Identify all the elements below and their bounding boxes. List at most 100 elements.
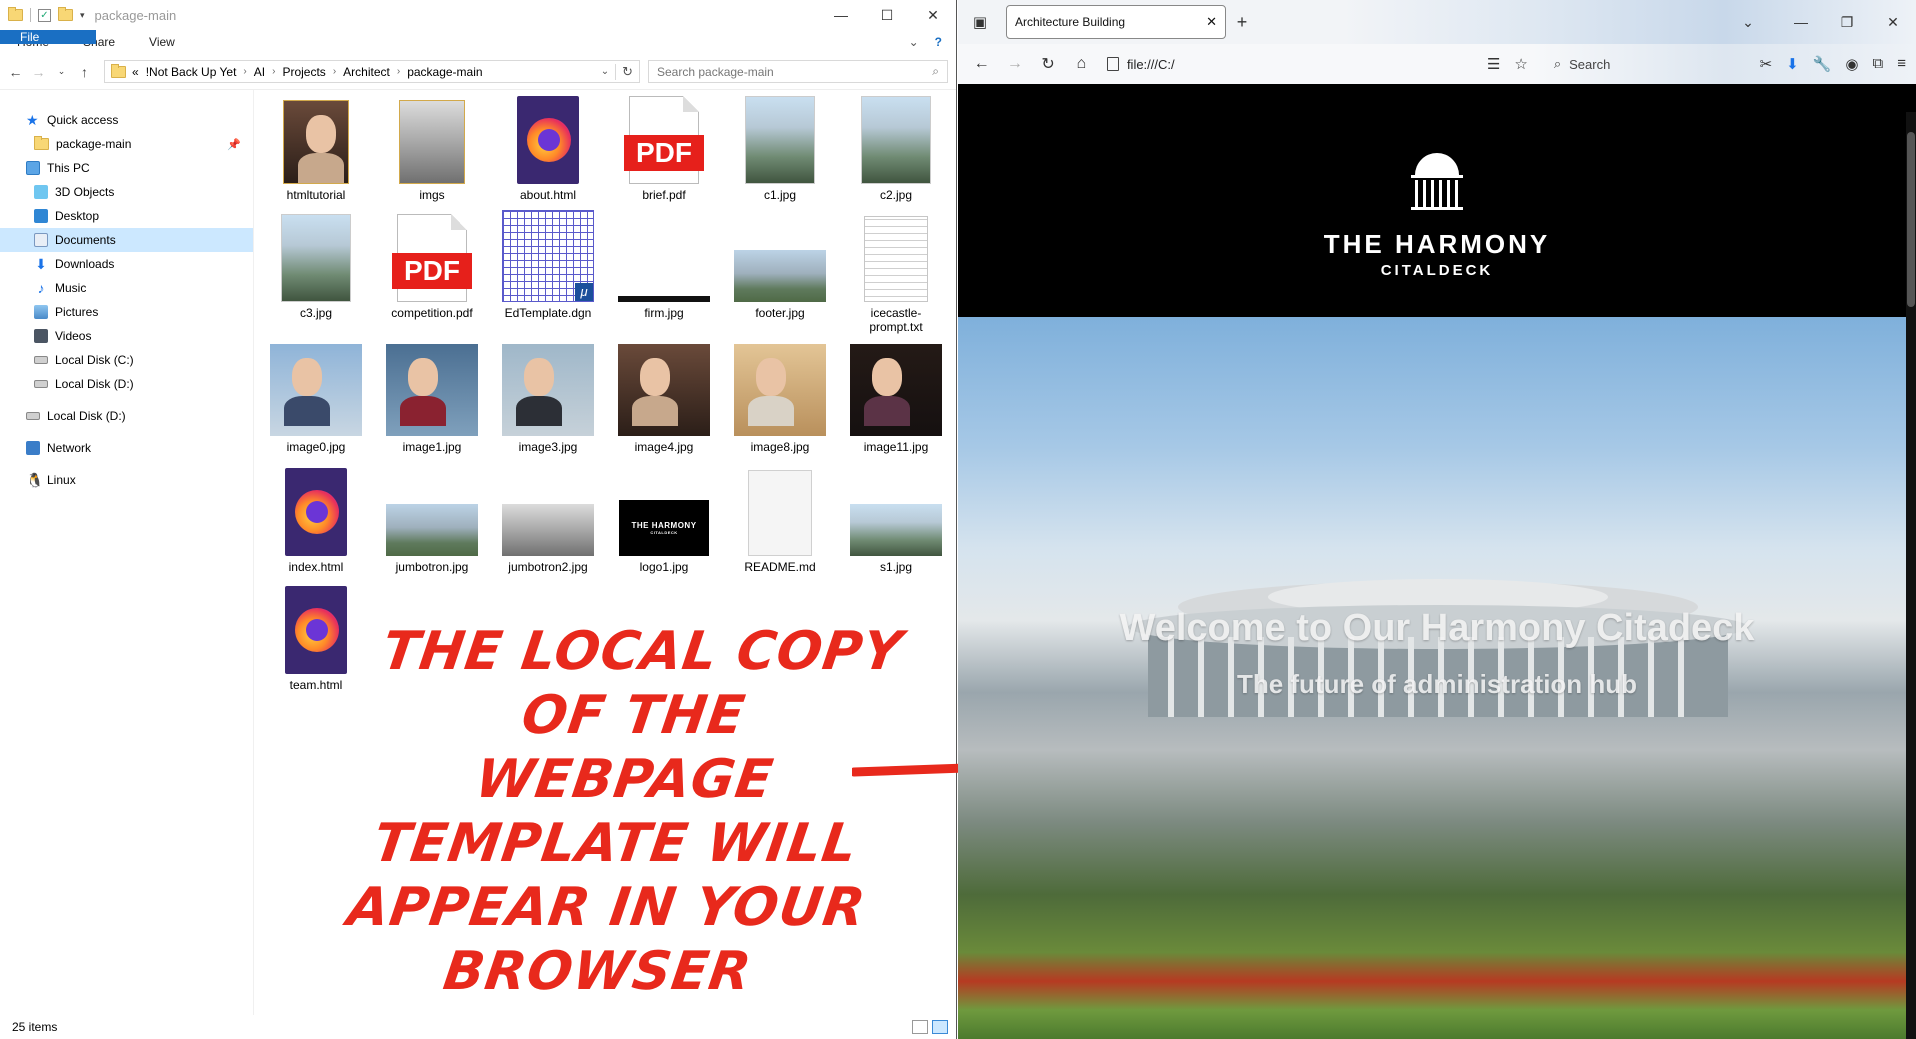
- details-view-icon[interactable]: [912, 1020, 928, 1034]
- recent-locations-chevron-icon[interactable]: ⌄: [54, 66, 69, 77]
- menu-hamburger-icon[interactable]: ≡: [1897, 55, 1906, 73]
- file-name: brief.pdf: [642, 188, 686, 202]
- reader-view-icon[interactable]: ☰: [1487, 55, 1500, 73]
- breadcrumb-item[interactable]: !Not Back Up Yet: [146, 65, 237, 79]
- list-all-tabs-chevron-icon[interactable]: ⌄: [1718, 0, 1778, 44]
- nav-local-disk-c[interactable]: Local Disk (C:): [0, 348, 253, 372]
- reload-icon[interactable]: ↻: [1034, 54, 1061, 74]
- screenshot-icon[interactable]: ✂: [1760, 55, 1773, 73]
- nav-pictures[interactable]: Pictures: [0, 300, 253, 324]
- file-item[interactable]: PDF brief.pdf: [616, 96, 712, 202]
- breadcrumb-item[interactable]: Architect: [343, 65, 390, 79]
- forward-arrow-icon[interactable]: →: [1001, 55, 1028, 73]
- customize-toolbar-chevron-icon[interactable]: ▾: [80, 10, 85, 21]
- extensions-icon[interactable]: ⧉: [1873, 55, 1884, 73]
- file-item[interactable]: THE HARMONY CITALDECK logo1.jpg: [616, 468, 712, 574]
- minimize-icon[interactable]: —: [1778, 0, 1824, 44]
- nav-local-disk-d-root[interactable]: Local Disk (D:): [0, 404, 253, 428]
- nav-quick-access[interactable]: ★ Quick access: [0, 108, 253, 132]
- search-input[interactable]: Search package-main ⌕: [648, 60, 948, 83]
- tab-file[interactable]: File: [0, 30, 96, 44]
- nav-label: Linux: [47, 473, 76, 487]
- file-item[interactable]: jumbotron.jpg: [384, 468, 480, 574]
- close-icon[interactable]: ✕: [910, 0, 956, 30]
- file-item[interactable]: image4.jpg: [616, 344, 712, 454]
- nav-local-disk-d[interactable]: Local Disk (D:): [0, 372, 253, 396]
- temple-logo-icon[interactable]: [1407, 151, 1467, 211]
- file-item[interactable]: image1.jpg: [384, 344, 480, 454]
- file-item[interactable]: icecastle-prompt.txt: [848, 214, 944, 334]
- close-icon[interactable]: ✕: [1870, 0, 1916, 44]
- properties-icon[interactable]: ✓: [38, 8, 51, 22]
- folder-icon[interactable]: [8, 7, 23, 21]
- file-item[interactable]: htmltutorial: [268, 96, 364, 202]
- browser-tab-active[interactable]: Architecture Building ✕: [1006, 5, 1226, 39]
- expand-ribbon-chevron-icon[interactable]: ⌄: [909, 35, 919, 49]
- maximize-icon[interactable]: ☐: [864, 0, 910, 30]
- star-icon: ★: [26, 112, 39, 128]
- tab-overview-icon[interactable]: ▣: [958, 13, 1002, 31]
- back-arrow-icon[interactable]: ←: [968, 55, 995, 73]
- file-item[interactable]: c1.jpg: [732, 96, 828, 202]
- file-item[interactable]: c3.jpg: [268, 214, 364, 320]
- nav-downloads[interactable]: ⬇ Downloads: [0, 252, 253, 276]
- file-item[interactable]: firm.jpg: [616, 214, 712, 320]
- file-item[interactable]: image0.jpg: [268, 344, 364, 454]
- url-bar[interactable]: file:///C:/: [1101, 57, 1401, 72]
- file-item[interactable]: PDF competition.pdf: [384, 214, 480, 320]
- nav-linux[interactable]: 🐧 Linux: [0, 468, 253, 492]
- scrollbar-thumb[interactable]: [1907, 132, 1915, 307]
- file-item[interactable]: c2.jpg: [848, 96, 944, 202]
- image-thumbnail: THE HARMONY CITALDECK: [619, 500, 709, 556]
- refresh-icon[interactable]: ↻: [615, 63, 633, 80]
- file-item[interactable]: README.md: [732, 468, 828, 574]
- breadcrumb-item[interactable]: Projects: [282, 65, 325, 79]
- nav-3d-objects[interactable]: 3D Objects: [0, 180, 253, 204]
- large-icons-view-icon[interactable]: [932, 1020, 948, 1034]
- address-bar[interactable]: « !Not Back Up Yet › AI › Projects › Arc…: [104, 60, 640, 83]
- breadcrumb-item[interactable]: package-main: [407, 65, 482, 79]
- page-scrollbar[interactable]: [1906, 112, 1916, 1039]
- file-item[interactable]: s1.jpg: [848, 468, 944, 574]
- up-arrow-icon[interactable]: ↑: [77, 64, 92, 80]
- tab-view[interactable]: View: [132, 30, 192, 54]
- wrench-icon[interactable]: 🔧: [1813, 55, 1832, 73]
- nav-network[interactable]: Network: [0, 436, 253, 460]
- nav-music[interactable]: ♪ Music: [0, 276, 253, 300]
- restore-icon[interactable]: ❐: [1824, 0, 1870, 44]
- file-item[interactable]: image8.jpg: [732, 344, 828, 454]
- file-item[interactable]: team.html: [268, 586, 364, 692]
- downloads-icon[interactable]: ⬇: [1786, 55, 1799, 73]
- file-item[interactable]: image3.jpg: [500, 344, 596, 454]
- file-item[interactable]: image11.jpg: [848, 344, 944, 454]
- file-item[interactable]: footer.jpg: [732, 214, 828, 320]
- help-icon[interactable]: ?: [935, 35, 942, 49]
- file-item[interactable]: imgs: [384, 96, 480, 202]
- nav-label: 3D Objects: [55, 185, 115, 199]
- file-name: image3.jpg: [518, 440, 578, 454]
- browser-search-input[interactable]: ⌕ Search: [1544, 49, 1754, 79]
- nav-desktop[interactable]: Desktop: [0, 204, 253, 228]
- back-arrow-icon[interactable]: ←: [8, 64, 23, 80]
- minimize-icon[interactable]: —: [818, 0, 864, 30]
- view-toggle: [912, 1020, 948, 1034]
- file-item[interactable]: about.html: [500, 96, 596, 202]
- nav-pinned-package-main[interactable]: package-main 📌: [0, 132, 253, 156]
- nav-videos[interactable]: Videos: [0, 324, 253, 348]
- breadcrumb-item[interactable]: AI: [254, 65, 265, 79]
- address-history-chevron-icon[interactable]: ⌄: [601, 66, 609, 77]
- bookmark-star-icon[interactable]: ☆: [1514, 55, 1527, 73]
- new-folder-icon[interactable]: [58, 7, 73, 21]
- file-item[interactable]: index.html: [268, 468, 364, 574]
- file-item[interactable]: jumbotron2.jpg: [500, 468, 596, 574]
- forward-arrow-icon[interactable]: →: [31, 64, 46, 80]
- new-tab-plus-icon[interactable]: +: [1226, 12, 1258, 33]
- file-item[interactable]: μ EdTemplate.dgn: [500, 210, 596, 320]
- close-tab-icon[interactable]: ✕: [1206, 14, 1217, 30]
- nav-documents[interactable]: Documents: [0, 228, 253, 252]
- account-icon[interactable]: ◉: [1845, 55, 1858, 73]
- folder-thumbnail: [399, 100, 465, 184]
- breadcrumb-overflow[interactable]: «: [132, 65, 139, 79]
- home-icon[interactable]: ⌂: [1068, 55, 1095, 73]
- nav-this-pc[interactable]: This PC: [0, 156, 253, 180]
